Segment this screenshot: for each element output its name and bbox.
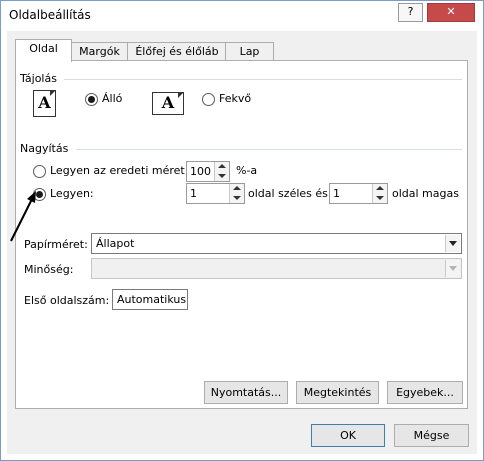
dropdown-button[interactable] [445, 260, 460, 277]
dropdown-button[interactable] [445, 235, 460, 252]
quality-select[interactable] [91, 258, 462, 279]
page-setup-dialog: Oldalbeállítás ? ✕ Oldal Margók Élőfej é… [0, 0, 484, 461]
portrait-icon-letter: A [38, 93, 51, 112]
close-button[interactable]: ✕ [427, 3, 475, 22]
spin-up-icon[interactable] [233, 186, 241, 190]
fit-tall-value: 1 [333, 187, 340, 200]
landscape-page-icon: A [152, 92, 184, 115]
spinner-buttons[interactable] [372, 184, 387, 203]
portrait-radio[interactable] [85, 93, 98, 106]
spin-down-icon[interactable] [218, 174, 226, 178]
chevron-down-icon [449, 266, 457, 271]
quality-label: Minőség: [24, 263, 74, 276]
adjust-to-label: Legyen az eredeti méret: [50, 164, 189, 177]
fit-wide-spinner[interactable]: 1 [186, 183, 245, 204]
options-button[interactable]: Egyebek... [387, 381, 463, 404]
first-page-number-value: Automatikus [117, 293, 187, 306]
portrait-page-icon: A [33, 90, 56, 117]
fit-tall-spinner[interactable]: 1 [329, 183, 388, 204]
portrait-label: Álló [102, 92, 123, 105]
pages-wide-label: oldal széles és [248, 187, 328, 200]
landscape-label: Fekvő [219, 92, 252, 105]
title-bar[interactable]: Oldalbeállítás ? ✕ [1, 1, 483, 31]
percent-unit-label: %-a [236, 164, 258, 177]
spinner-buttons[interactable] [229, 184, 244, 203]
adjust-percent-spinner[interactable]: 100 [186, 161, 230, 182]
paper-size-value: Állapot [96, 237, 135, 250]
ok-button[interactable]: OK [311, 424, 385, 447]
spin-up-icon[interactable] [218, 164, 226, 168]
tab-oldal[interactable]: Oldal [15, 39, 72, 62]
pointer-arrow-icon [10, 191, 36, 242]
tab-elofej-es-eloláb[interactable]: Élőfej és élőláb [127, 42, 227, 61]
first-page-number-label: Első oldalszám: [24, 294, 110, 307]
spin-up-icon[interactable] [376, 186, 384, 190]
print-button[interactable]: Nyomtatás... [204, 381, 288, 404]
spin-down-icon[interactable] [376, 196, 384, 200]
pages-tall-label: oldal magas [392, 187, 459, 200]
paper-size-label: Papírméret: [24, 238, 88, 251]
tab-margok[interactable]: Margók [70, 42, 129, 61]
fit-wide-value: 1 [190, 187, 197, 200]
landscape-radio[interactable] [202, 93, 215, 106]
window-title: Oldalbeállítás [9, 8, 91, 22]
paper-size-select[interactable]: Állapot [91, 233, 462, 254]
scaling-group-title: Nagyítás [20, 142, 69, 155]
preview-button[interactable]: Megtekintés [296, 381, 379, 404]
dialog-client-area: Oldal Margók Élőfej és élőláb Lap Tájolá… [7, 31, 477, 454]
tab-lap[interactable]: Lap [225, 42, 274, 61]
chevron-down-icon [449, 241, 457, 246]
landscape-icon-letter: A [161, 93, 175, 112]
help-button[interactable]: ? [398, 3, 423, 22]
orientation-separator [64, 79, 462, 80]
cancel-button[interactable]: Mégse [394, 424, 469, 447]
fit-to-label: Legyen: [50, 187, 94, 200]
spin-down-icon[interactable] [233, 196, 241, 200]
scaling-separator [76, 149, 462, 150]
adjust-to-radio[interactable] [33, 165, 46, 178]
spinner-buttons[interactable] [214, 162, 229, 181]
orientation-group-title: Tájolás [20, 72, 57, 85]
first-page-number-field[interactable]: Automatikus [112, 289, 188, 310]
tab-panel-oldal: Tájolás A Álló A Fekvő Nagyítás Legyen a… [10, 60, 468, 409]
adjust-percent-value: 100 [190, 165, 211, 178]
